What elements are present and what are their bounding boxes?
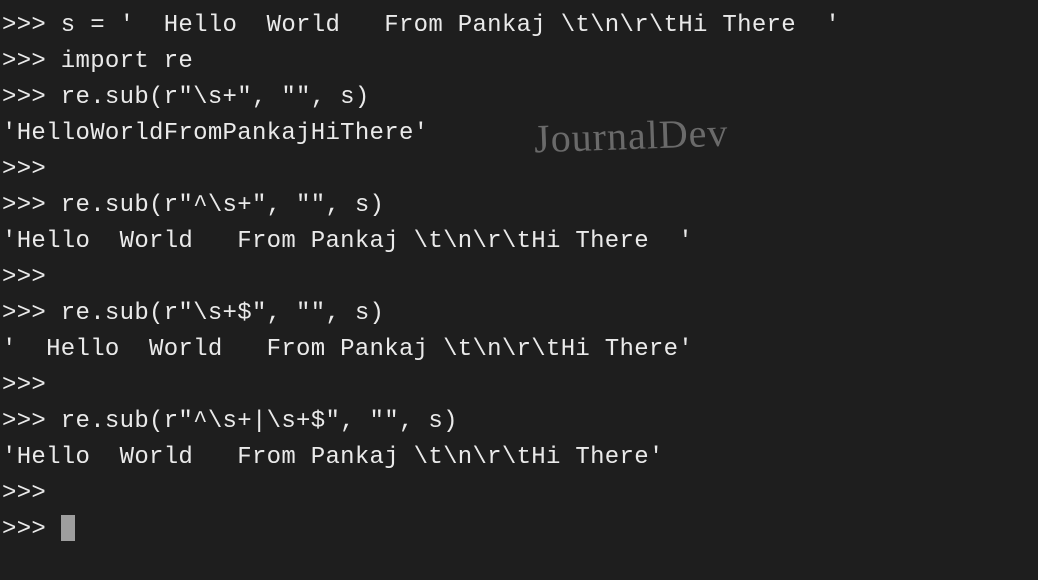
terminal-line: 'Hello World From Pankaj \t\n\r\tHi Ther… <box>2 224 1036 260</box>
terminal-line: >>> re.sub(r"^\s+|\s+$", "", s) <box>2 404 1036 440</box>
terminal-line: >>> <box>2 152 1036 188</box>
terminal-line: >>> re.sub(r"\s+$", "", s) <box>2 296 1036 332</box>
terminal-line: >>> <box>2 512 1036 548</box>
terminal-line: >>> import re <box>2 44 1036 80</box>
cursor <box>61 515 75 541</box>
terminal-line: >>> <box>2 476 1036 512</box>
terminal-line: >>> s = ' Hello World From Pankaj \t\n\r… <box>2 8 1036 44</box>
terminal-line: 'HelloWorldFromPankajHiThere' <box>2 116 1036 152</box>
terminal-output[interactable]: >>> s = ' Hello World From Pankaj \t\n\r… <box>2 8 1036 548</box>
terminal-line: 'Hello World From Pankaj \t\n\r\tHi Ther… <box>2 440 1036 476</box>
terminal-line: >>> re.sub(r"\s+", "", s) <box>2 80 1036 116</box>
terminal-line: >>> re.sub(r"^\s+", "", s) <box>2 188 1036 224</box>
terminal-line: ' Hello World From Pankaj \t\n\r\tHi The… <box>2 332 1036 368</box>
terminal-line: >>> <box>2 368 1036 404</box>
terminal-line: >>> <box>2 260 1036 296</box>
